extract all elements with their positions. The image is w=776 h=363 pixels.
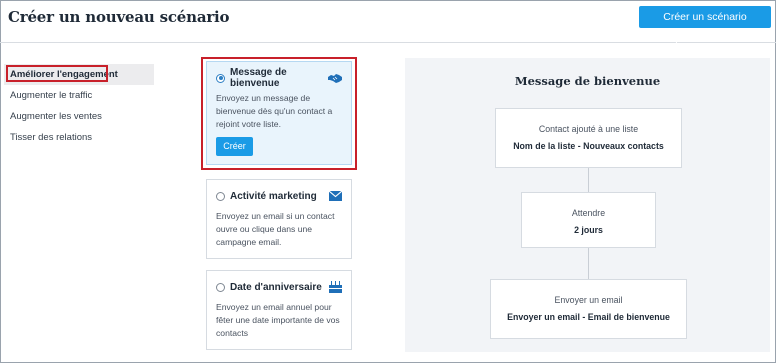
preview-title: Message de bienvenue: [514, 74, 661, 88]
page-header: Créer un nouveau scénario Créer un scéna…: [0, 0, 776, 45]
step-detail: Nom de la liste - Nouveaux contacts: [513, 141, 664, 151]
template-title: Activité marketing: [230, 190, 317, 202]
sidebar-item-label: Augmenter le traffic: [10, 90, 93, 101]
radio-marketing[interactable]: [216, 191, 225, 201]
template-title: Date d'anniversaire: [230, 281, 322, 293]
page-title: Créer un nouveau scénario: [8, 8, 230, 26]
step-type: Contact ajouté à une liste: [538, 124, 639, 134]
template-card-birthday[interactable]: Date d'anniversaire Envoyez un email ann…: [206, 270, 352, 350]
scenario-preview: Message de bienvenue Contact ajouté à un…: [405, 58, 770, 352]
step-type: Attendre: [571, 208, 606, 218]
envelope-icon: [328, 190, 342, 202]
create-custom-scenario-button[interactable]: Créer un scénario personnalisé: [639, 6, 771, 45]
step-detail: Envoyer un email - Email de bienvenue: [507, 312, 670, 322]
cake-icon: [328, 281, 342, 293]
template-description: Envoyez un email si un contact ouvre ou …: [216, 211, 335, 247]
radio-birthday[interactable]: [216, 282, 225, 292]
template-card-marketing[interactable]: Activité marketing Envoyez un email si u…: [206, 179, 352, 259]
sidebar-item-traffic[interactable]: Augmenter le traffic: [4, 85, 154, 106]
flow-step-trigger: Contact ajouté à une liste Nom de la lis…: [495, 108, 682, 168]
category-sidebar: Améliorer l'engagement Augmenter le traf…: [4, 64, 154, 148]
flow-step-wait: Attendre 2 jours: [521, 192, 656, 248]
flow-connector: [588, 168, 589, 192]
sidebar-item-relations[interactable]: Tisser des relations: [4, 127, 154, 148]
flow-step-email: Envoyer un email Envoyer un email - Emai…: [490, 279, 687, 339]
sidebar-item-engagement[interactable]: Améliorer l'engagement: [4, 64, 154, 85]
step-detail: 2 jours: [574, 225, 603, 235]
step-type: Envoyer un email: [554, 295, 623, 305]
annotation-highlight: [201, 57, 357, 170]
flow-connector: [588, 248, 589, 279]
template-description: Envoyez un email annuel pour fêter une d…: [216, 302, 340, 338]
sidebar-item-label: Tisser des relations: [10, 132, 93, 143]
annotation-highlight: [6, 65, 108, 82]
sidebar-item-sales[interactable]: Augmenter les ventes: [4, 106, 154, 127]
sidebar-item-label: Augmenter les ventes: [10, 111, 102, 122]
